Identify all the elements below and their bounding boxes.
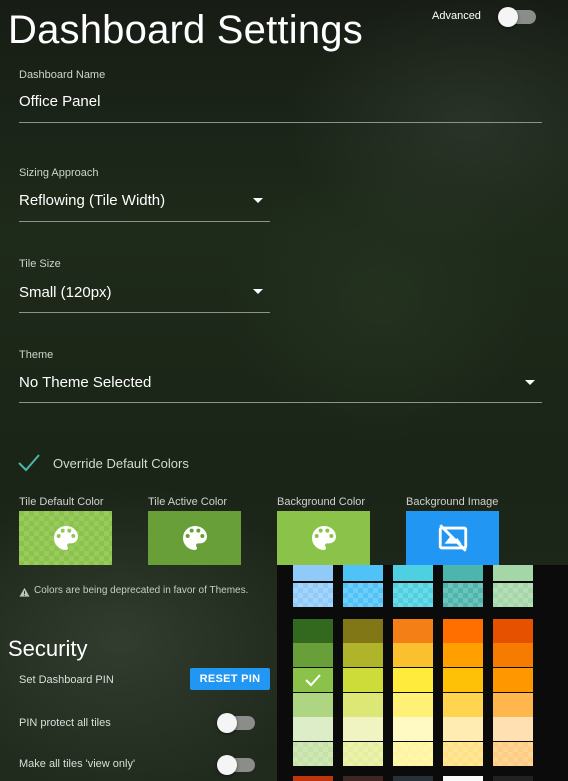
palette-cell[interactable] — [343, 742, 383, 766]
palette-cell[interactable] — [293, 693, 333, 717]
page-title: Dashboard Settings — [8, 8, 363, 52]
palette-cell[interactable] — [393, 643, 433, 667]
palette-cell[interactable] — [443, 776, 483, 781]
palette-cell[interactable] — [393, 742, 433, 766]
set-pin-label: Set Dashboard PIN — [19, 674, 114, 686]
palette-cell[interactable] — [493, 668, 533, 692]
palette-cell[interactable] — [443, 619, 483, 643]
palette-cell[interactable] — [493, 643, 533, 667]
toggle-knob — [498, 7, 518, 27]
palette-icon — [53, 526, 78, 550]
palette-cell[interactable] — [443, 693, 483, 717]
override-colors-label: Override Default Colors — [53, 456, 189, 471]
palette-cell[interactable] — [343, 693, 383, 717]
check-icon — [305, 674, 321, 687]
palette-cell[interactable] — [343, 717, 383, 741]
palette-cell-transparent[interactable] — [443, 583, 483, 607]
security-title: Security — [8, 636, 88, 661]
palette-icon — [182, 526, 207, 550]
palette-cell[interactable] — [393, 776, 433, 781]
palette-cell[interactable] — [293, 565, 333, 581]
palette-cell[interactable] — [443, 643, 483, 667]
palette-cell[interactable] — [393, 619, 433, 643]
tile-size-underline — [19, 312, 270, 313]
palette-cell[interactable] — [493, 717, 533, 741]
background-color-swatch[interactable] — [277, 511, 370, 565]
advanced-toggle[interactable] — [498, 7, 536, 27]
palette-cell[interactable] — [443, 742, 483, 766]
tile-default-color-swatch[interactable] — [19, 511, 112, 565]
tile-default-color-label: Tile Default Color — [19, 496, 104, 508]
tile-active-color-label: Tile Active Color — [148, 496, 228, 508]
check-icon — [18, 454, 40, 472]
palette-cell[interactable] — [343, 565, 383, 581]
color-palette-popover[interactable] — [277, 565, 568, 781]
palette-cell[interactable] — [493, 693, 533, 717]
view-only-label: Make all tiles 'view only' — [19, 758, 136, 770]
palette-cell[interactable] — [343, 776, 383, 781]
background-color-label: Background Color — [277, 496, 366, 508]
background-image-button[interactable] — [406, 511, 499, 565]
palette-cell[interactable] — [343, 643, 383, 667]
background-image-label: Background Image — [406, 496, 499, 508]
deprecation-note: Colors are being deprecated in favor of … — [34, 585, 249, 596]
dashboard-name-label: Dashboard Name — [19, 69, 106, 81]
palette-cell[interactable] — [293, 742, 333, 766]
palette-icon — [311, 526, 336, 550]
chevron-down-icon[interactable] — [253, 198, 263, 203]
palette-cell[interactable] — [493, 565, 533, 581]
palette-cell[interactable] — [493, 776, 533, 781]
chevron-down-icon[interactable] — [253, 289, 263, 294]
palette-cell[interactable] — [343, 668, 383, 692]
palette-cell-transparent[interactable] — [293, 583, 333, 607]
warning-icon — [19, 585, 31, 597]
palette-cell[interactable] — [493, 619, 533, 643]
theme-underline — [19, 402, 542, 403]
dashboard-name-input[interactable]: Office Panel — [19, 93, 100, 110]
theme-label: Theme — [19, 349, 54, 361]
reset-pin-button[interactable]: RESET PIN — [190, 668, 270, 690]
sizing-approach-underline — [19, 221, 270, 222]
palette-cell[interactable] — [443, 668, 483, 692]
tile-active-color-swatch[interactable] — [148, 511, 241, 565]
palette-cell[interactable] — [343, 619, 383, 643]
theme-select[interactable]: No Theme Selected — [19, 374, 151, 391]
palette-cell[interactable] — [393, 693, 433, 717]
palette-cell[interactable] — [293, 668, 333, 692]
sizing-approach-select[interactable]: Reflowing (Tile Width) — [19, 192, 165, 209]
palette-cell-transparent[interactable] — [493, 583, 533, 607]
tile-size-label: Tile Size — [19, 258, 61, 270]
palette-cell[interactable] — [293, 776, 333, 781]
palette-cell[interactable] — [293, 717, 333, 741]
palette-cell[interactable] — [393, 668, 433, 692]
sizing-approach-label: Sizing Approach — [19, 167, 99, 179]
palette-cell[interactable] — [443, 717, 483, 741]
toggle-knob — [217, 713, 237, 733]
palette-cell-transparent[interactable] — [393, 583, 433, 607]
palette-cell[interactable] — [293, 643, 333, 667]
no-image-icon — [438, 524, 467, 552]
palette-cell[interactable] — [443, 565, 483, 581]
palette-cell[interactable] — [493, 742, 533, 766]
toggle-knob — [217, 755, 237, 775]
pin-protect-label: PIN protect all tiles — [19, 717, 111, 729]
view-only-toggle[interactable] — [217, 755, 255, 775]
chevron-down-icon[interactable] — [525, 380, 535, 385]
pin-protect-toggle[interactable] — [217, 713, 255, 733]
palette-cell-transparent[interactable] — [343, 583, 383, 607]
override-colors-checkbox[interactable] — [17, 452, 41, 474]
dashboard-name-underline — [19, 122, 542, 123]
palette-cell[interactable] — [393, 717, 433, 741]
advanced-label: Advanced — [432, 10, 481, 22]
palette-cell[interactable] — [393, 565, 433, 581]
tile-size-select[interactable]: Small (120px) — [19, 284, 112, 301]
palette-cell[interactable] — [293, 619, 333, 643]
